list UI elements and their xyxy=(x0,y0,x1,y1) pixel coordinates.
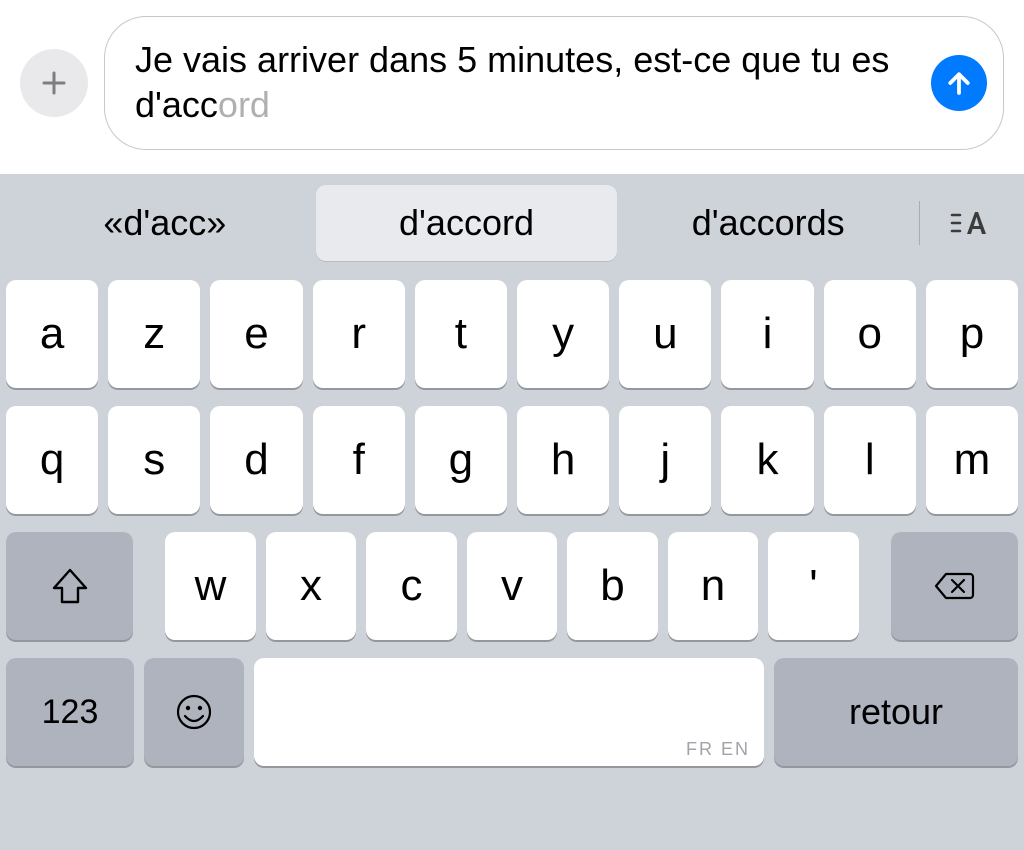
space-locale-label: FR EN xyxy=(686,739,750,760)
key-row-1: a z e r t y u i o p xyxy=(6,280,1018,388)
suggestion-left[interactable]: «d'acc» xyxy=(14,185,316,261)
format-icon xyxy=(948,203,988,243)
key-o[interactable]: o xyxy=(824,280,916,388)
key-m[interactable]: m xyxy=(926,406,1018,514)
suggestion-bar: «d'acc» d'accord d'accords xyxy=(6,174,1018,272)
keyboard: «d'acc» d'accord d'accords a z e r t y u… xyxy=(0,174,1024,850)
key-i[interactable]: i xyxy=(721,280,813,388)
key-r[interactable]: r xyxy=(313,280,405,388)
key-d[interactable]: d xyxy=(210,406,302,514)
spacebar-key[interactable]: FR EN xyxy=(254,658,764,766)
send-button[interactable] xyxy=(931,55,987,111)
shift-key[interactable] xyxy=(6,532,133,640)
key-q[interactable]: q xyxy=(6,406,98,514)
key-h[interactable]: h xyxy=(517,406,609,514)
key-apostrophe[interactable]: ' xyxy=(768,532,858,640)
return-key[interactable]: retour xyxy=(774,658,1018,766)
suggestion-center[interactable]: d'accord xyxy=(316,185,618,261)
add-attachment-button[interactable] xyxy=(20,49,88,117)
key-u[interactable]: u xyxy=(619,280,711,388)
message-input-bar: Je vais arriver dans 5 minutes, est-ce q… xyxy=(0,0,1024,174)
key-row-3: w x c v b n ' xyxy=(6,532,1018,640)
key-t[interactable]: t xyxy=(415,280,507,388)
key-x[interactable]: x xyxy=(266,532,356,640)
arrow-up-icon xyxy=(944,68,974,98)
key-e[interactable]: e xyxy=(210,280,302,388)
key-row-4: 123 FR EN retour xyxy=(6,658,1018,766)
key-b[interactable]: b xyxy=(567,532,657,640)
key-v[interactable]: v xyxy=(467,532,557,640)
predicted-text: ord xyxy=(218,84,270,125)
text-format-button[interactable] xyxy=(926,191,1010,255)
key-a[interactable]: a xyxy=(6,280,98,388)
key-y[interactable]: y xyxy=(517,280,609,388)
key-k[interactable]: k xyxy=(721,406,813,514)
key-p[interactable]: p xyxy=(926,280,1018,388)
key-rows: a z e r t y u i o p q s d f g h j k l m xyxy=(6,272,1018,840)
plus-icon xyxy=(38,67,70,99)
key-row-2: q s d f g h j k l m xyxy=(6,406,1018,514)
suggestion-right[interactable]: d'accords xyxy=(617,185,919,261)
message-text-field[interactable]: Je vais arriver dans 5 minutes, est-ce q… xyxy=(104,16,1004,150)
backspace-key[interactable] xyxy=(891,532,1018,640)
key-g[interactable]: g xyxy=(415,406,507,514)
emoji-icon xyxy=(172,690,216,734)
key-c[interactable]: c xyxy=(366,532,456,640)
emoji-key[interactable] xyxy=(144,658,244,766)
key-j[interactable]: j xyxy=(619,406,711,514)
key-s[interactable]: s xyxy=(108,406,200,514)
shift-icon xyxy=(48,564,92,608)
key-w[interactable]: w xyxy=(165,532,255,640)
backspace-icon xyxy=(932,564,976,608)
key-z[interactable]: z xyxy=(108,280,200,388)
key-f[interactable]: f xyxy=(313,406,405,514)
separator xyxy=(919,201,920,245)
key-l[interactable]: l xyxy=(824,406,916,514)
number-mode-key[interactable]: 123 xyxy=(6,658,134,766)
key-n[interactable]: n xyxy=(668,532,758,640)
